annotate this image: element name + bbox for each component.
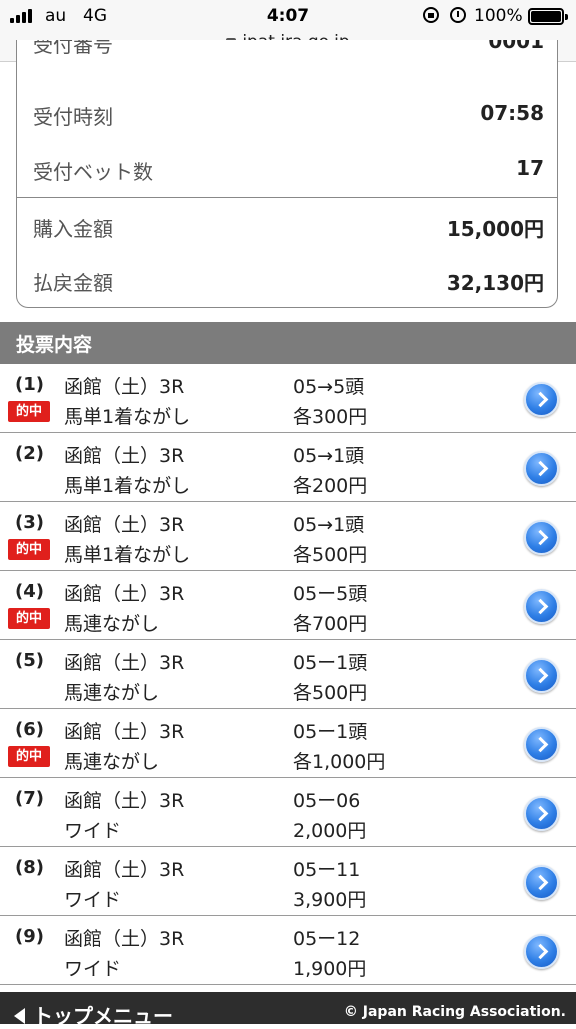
bet-venue: 函館（土）3R bbox=[64, 445, 185, 467]
bet-row[interactable]: (1) 的中 函館（土）3R 馬単1着ながし 05→5頭各300円 bbox=[0, 364, 576, 433]
chevron-right-icon[interactable] bbox=[524, 589, 559, 624]
chevron-right-icon[interactable] bbox=[524, 796, 559, 831]
bet-row[interactable]: (2) 函館（土）3R 馬単1着ながし 05→1頭各200円 bbox=[0, 433, 576, 502]
chevron-right-icon[interactable] bbox=[524, 865, 559, 900]
bet-type: 馬連ながし bbox=[64, 682, 160, 704]
bet-row[interactable]: (5) 函館（土）3R 馬連ながし 05ー1頭各500円 bbox=[0, 640, 576, 709]
bet-row[interactable]: (4) 的中 函館（土）3R 馬連ながし 05ー5頭各700円 bbox=[0, 571, 576, 640]
bet-combination: 05→5頭 bbox=[293, 376, 365, 398]
bet-venue: 函館（土）3R bbox=[64, 859, 185, 881]
bet-combination: 05ー12 bbox=[293, 928, 361, 950]
receipt-time-row: 受付時刻 07:58 bbox=[17, 86, 557, 142]
copyright: © Japan Racing Association. bbox=[343, 1004, 566, 1020]
bet-type: 馬連ながし bbox=[64, 613, 160, 635]
bet-count-label: 受付ベット数 bbox=[33, 160, 153, 184]
bet-combination: 05ー1頭 bbox=[293, 721, 368, 743]
bet-combination: 05→1頭 bbox=[293, 514, 365, 536]
bet-venue: 函館（土）3R bbox=[64, 376, 185, 398]
receipt-time-value: 07:58 bbox=[480, 101, 544, 125]
purchase-amount-label: 購入金額 bbox=[33, 217, 113, 241]
bet-amount: 各1,000円 bbox=[293, 751, 386, 773]
hit-badge: 的中 bbox=[8, 539, 50, 560]
chevron-right-icon[interactable] bbox=[524, 727, 559, 762]
receipt-number-value: 0001 bbox=[488, 40, 544, 53]
bet-row[interactable]: (6) 的中 函館（土）3R 馬連ながし 05ー1頭各1,000円 bbox=[0, 709, 576, 778]
payout-amount-row: 払戻金額 32,130円 bbox=[17, 252, 557, 307]
bet-row[interactable]: (9) 函館（土）3R ワイド 05ー12 1,900円 bbox=[0, 916, 576, 985]
bet-count-row: 受付ベット数 17 bbox=[17, 141, 557, 197]
bet-type: ワイド bbox=[64, 889, 122, 911]
bet-amount: 2,000円 bbox=[293, 820, 367, 842]
bet-number: (5) bbox=[15, 650, 44, 671]
bet-number: (8) bbox=[15, 857, 44, 878]
bet-number: (2) bbox=[15, 443, 44, 464]
bet-venue: 函館（土）3R bbox=[64, 721, 185, 743]
chevron-right-icon[interactable] bbox=[524, 658, 559, 693]
bet-number: (1) bbox=[15, 374, 44, 395]
bet-type: ワイド bbox=[64, 820, 122, 842]
chevron-right-icon[interactable] bbox=[524, 382, 559, 417]
bet-amount: 各200円 bbox=[293, 475, 368, 497]
bet-type: ワイド bbox=[64, 958, 122, 980]
bet-venue: 函館（土）3R bbox=[64, 928, 185, 950]
bet-row[interactable]: (3) 的中 函館（土）3R 馬単1着ながし 05→1頭各500円 bbox=[0, 502, 576, 571]
purchase-amount-value: 15,000円 bbox=[446, 217, 544, 241]
summary-card: 受付番号 0001 受付時刻 07:58 受付ベット数 17 購入金額 15,0… bbox=[16, 40, 558, 308]
rotation-lock-icon bbox=[423, 7, 439, 23]
bet-number: (4) bbox=[15, 581, 44, 602]
bet-number: (3) bbox=[15, 512, 44, 533]
payout-amount-value: 32,130円 bbox=[446, 271, 544, 295]
bet-row[interactable]: (8) 函館（土）3R ワイド 05ー11 3,900円 bbox=[0, 847, 576, 916]
bet-type: 馬連ながし bbox=[64, 751, 160, 773]
bet-list: (1) 的中 函館（土）3R 馬単1着ながし 05→5頭 各300円 (2) 函館（土）3R 馬… bbox=[0, 364, 576, 985]
hit-badge: 的中 bbox=[8, 746, 50, 767]
bet-combination: 05ー06 bbox=[293, 790, 361, 812]
bet-venue: 函館（土）3R bbox=[64, 652, 185, 674]
bet-amount: 3,900円 bbox=[293, 889, 367, 911]
battery-percent: 100% bbox=[474, 6, 523, 26]
bet-type: 馬単1着ながし bbox=[64, 406, 191, 428]
bet-row[interactable]: (7) 函館（土）3R ワイド 05ー06 2,000円 bbox=[0, 778, 576, 847]
receipt-time-label: 受付時刻 bbox=[33, 105, 113, 129]
section-header: 投票内容 bbox=[0, 322, 576, 364]
top-menu-link[interactable]: トップメニュー bbox=[14, 1000, 173, 1029]
bet-amount: 各500円 bbox=[293, 544, 368, 566]
hit-badge: 的中 bbox=[8, 401, 50, 422]
bet-amount: 各500円 bbox=[293, 682, 368, 704]
bet-venue: 函館（土）3R bbox=[64, 514, 185, 536]
chevron-right-icon[interactable] bbox=[524, 520, 559, 555]
bet-amount: 各300円 bbox=[293, 406, 368, 428]
payout-amount-label: 払戻金額 bbox=[33, 271, 113, 295]
bet-combination: 05→1頭 bbox=[293, 445, 365, 467]
alarm-icon bbox=[450, 7, 466, 23]
battery-icon bbox=[528, 8, 568, 25]
bet-combination: 05ー5頭 bbox=[293, 583, 368, 605]
receipt-number-label: 受付番号 bbox=[33, 40, 113, 57]
purchase-amount-row: 購入金額 15,000円 bbox=[17, 197, 557, 253]
bet-venue: 函館（土）3R bbox=[64, 790, 185, 812]
bet-amount: 各700円 bbox=[293, 613, 368, 635]
bet-type: 馬単1着ながし bbox=[64, 544, 191, 566]
bet-number: (6) bbox=[15, 719, 44, 740]
bet-type: 馬単1着ながし bbox=[64, 475, 191, 497]
bet-number: (9) bbox=[15, 926, 44, 947]
footer-bar: トップメニュー © Japan Racing Association. bbox=[0, 992, 576, 1028]
bet-count-value: 17 bbox=[516, 156, 544, 180]
bet-combination: 05ー11 bbox=[293, 859, 361, 881]
bet-amount: 1,900円 bbox=[293, 958, 367, 980]
hit-badge: 的中 bbox=[8, 608, 50, 629]
chevron-right-icon[interactable] bbox=[524, 934, 559, 969]
bet-combination: 05ー1頭 bbox=[293, 652, 368, 674]
bet-number: (7) bbox=[15, 788, 44, 809]
bet-venue: 函館（土）3R bbox=[64, 583, 185, 605]
receipt-number-row: 受付番号 0001 bbox=[17, 40, 557, 70]
chevron-right-icon[interactable] bbox=[524, 451, 559, 486]
status-bar: au 4G 4:07 100% bbox=[0, 6, 576, 28]
